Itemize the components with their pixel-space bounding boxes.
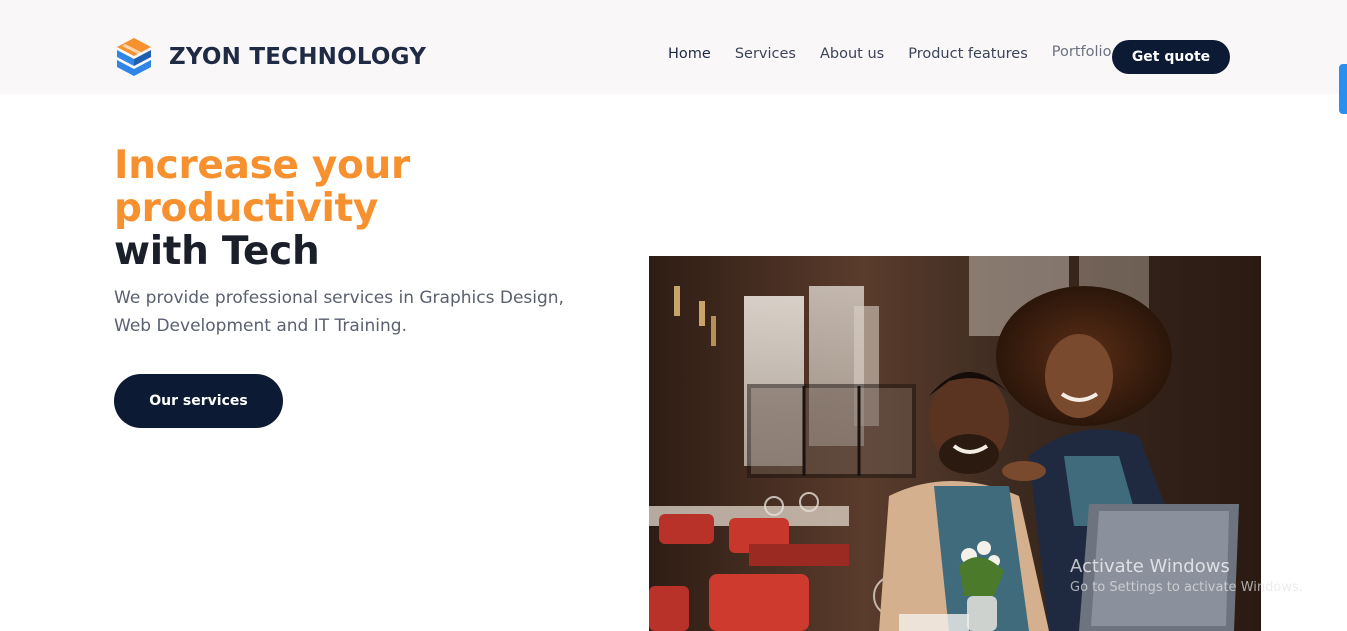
- watermark-title: Activate Windows: [1070, 556, 1230, 577]
- nav-services[interactable]: Services: [735, 46, 796, 62]
- hero-title-line-2: productivity: [114, 186, 379, 231]
- get-quote-button[interactable]: Get quote: [1112, 40, 1230, 74]
- hero-title-line-3: with Tech: [114, 229, 320, 274]
- hero-title-line-1: Increase your: [114, 143, 410, 188]
- scroll-indicator[interactable]: [1339, 64, 1347, 114]
- zyon-logo-icon: [117, 38, 151, 76]
- main-nav: Home Services About us Product features …: [668, 44, 1135, 62]
- brand-name: ZYON TECHNOLOGY: [169, 44, 427, 70]
- nav-product-features[interactable]: Product features: [908, 46, 1028, 62]
- brand[interactable]: ZYON TECHNOLOGY: [113, 36, 426, 78]
- hero-title: Increase your productivity with Tech: [114, 144, 410, 273]
- hero-text: Increase your productivity with Tech: [114, 144, 410, 273]
- nav-about-us[interactable]: About us: [820, 46, 884, 62]
- our-services-button[interactable]: Our services: [114, 374, 283, 428]
- nav-home[interactable]: Home: [668, 46, 711, 62]
- windows-activation-watermark: Activate Windows Go to Settings to activ…: [1070, 556, 1303, 595]
- nav-portfolio[interactable]: Portfolio: [1052, 44, 1112, 60]
- hero-subtitle: We provide professional services in Grap…: [114, 288, 564, 336]
- watermark-subtitle: Go to Settings to activate Windows.: [1070, 580, 1303, 595]
- site-header: ZYON TECHNOLOGY Home Services About us P…: [0, 0, 1347, 94]
